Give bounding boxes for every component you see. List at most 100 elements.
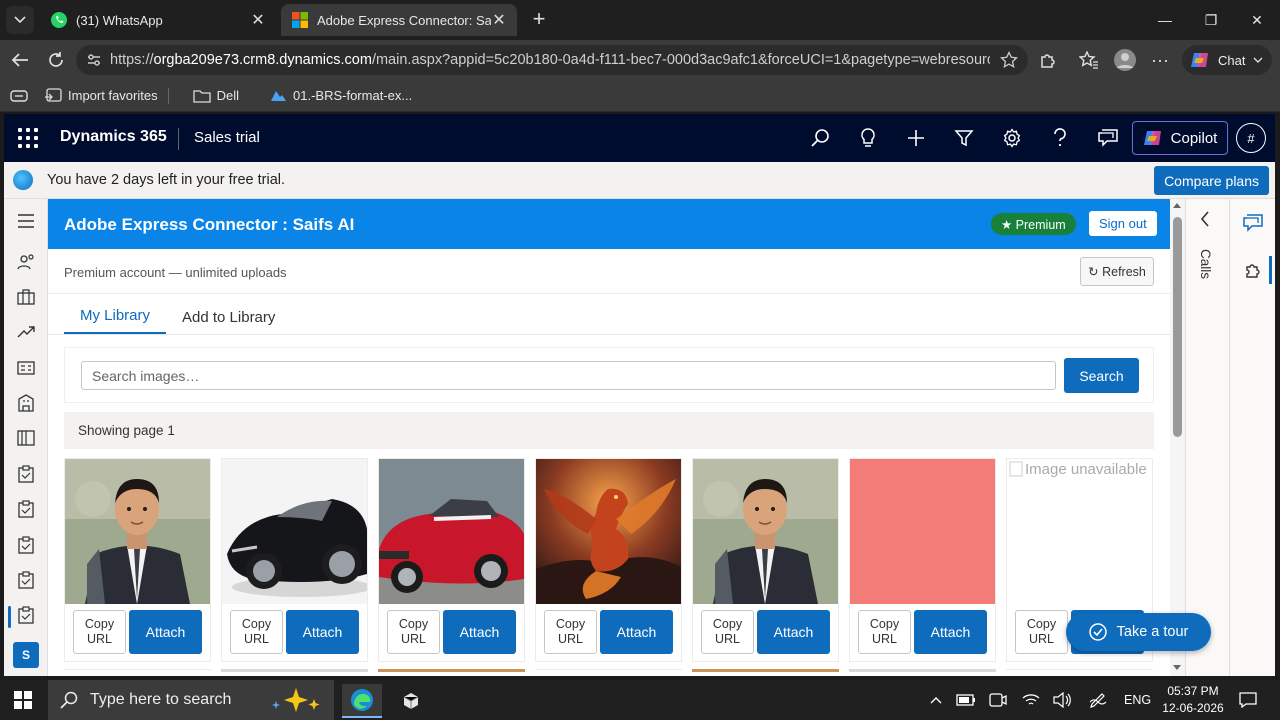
image-thumbnail[interactable] bbox=[222, 459, 367, 604]
image-thumbnail[interactable] bbox=[850, 459, 995, 604]
system-clock[interactable]: 05:37 PM 12-06-2026 bbox=[1160, 683, 1226, 717]
reading-list-icon[interactable] bbox=[0, 83, 34, 109]
search-button[interactable]: Search bbox=[1064, 358, 1139, 393]
copilot-chat-button[interactable]: Chat bbox=[1182, 45, 1272, 75]
restore-icon[interactable]: ❐ bbox=[1188, 0, 1234, 40]
favorite-brs-format[interactable]: 01.-BRS-format-ex... bbox=[259, 83, 422, 109]
copy-url-button[interactable]: Copy URL bbox=[230, 610, 283, 654]
image-card: Copy URL Attach bbox=[692, 458, 839, 662]
scrollbar-thumb[interactable] bbox=[1173, 217, 1182, 437]
attach-button[interactable]: Attach bbox=[914, 610, 987, 654]
sparkles-icon bbox=[272, 688, 320, 712]
compare-plans-button[interactable]: Compare plans bbox=[1154, 166, 1269, 195]
volume-icon[interactable] bbox=[1050, 688, 1074, 712]
notifications-icon[interactable] bbox=[1236, 688, 1260, 712]
product-name[interactable]: Dynamics 365 bbox=[60, 128, 167, 146]
star-icon[interactable] bbox=[1000, 51, 1018, 69]
scroll-down-icon[interactable] bbox=[1173, 665, 1181, 670]
copy-url-button[interactable]: Copy URL bbox=[858, 610, 911, 654]
help-icon[interactable] bbox=[1048, 126, 1072, 150]
copy-url-button[interactable]: Copy URL bbox=[387, 610, 440, 654]
clipboard-icon[interactable] bbox=[16, 605, 36, 625]
pen-icon[interactable] bbox=[1086, 688, 1110, 712]
puzzle-icon[interactable] bbox=[1243, 260, 1263, 280]
gear-icon[interactable] bbox=[1000, 126, 1024, 150]
back-icon[interactable] bbox=[8, 48, 32, 72]
chevron-left-icon[interactable] bbox=[1200, 211, 1210, 232]
more-menu-icon[interactable]: ··· bbox=[1148, 48, 1172, 72]
tab-adobe-express[interactable]: Adobe Express Connector: Saifs AI ✕ bbox=[281, 4, 517, 36]
broken-image-icon bbox=[1009, 461, 1023, 477]
tab-add-to-library[interactable]: Add to Library bbox=[166, 299, 291, 335]
meet-now-icon[interactable] bbox=[986, 688, 1010, 712]
hamburger-icon[interactable] bbox=[16, 211, 36, 231]
sign-out-button[interactable]: Sign out bbox=[1089, 211, 1157, 236]
trending-icon[interactable] bbox=[16, 322, 36, 342]
search-icon[interactable] bbox=[808, 126, 832, 150]
clipboard-icon[interactable] bbox=[16, 499, 36, 519]
book-icon[interactable] bbox=[16, 428, 36, 448]
take-a-tour-button[interactable]: Take a tour bbox=[1066, 613, 1211, 651]
conversation-icon[interactable] bbox=[1243, 213, 1263, 233]
attach-button[interactable]: Attach bbox=[286, 610, 359, 654]
filter-icon[interactable] bbox=[952, 126, 976, 150]
taskbar-search[interactable]: Type here to search bbox=[48, 680, 334, 720]
attach-button[interactable]: Attach bbox=[757, 610, 830, 654]
copy-url-button[interactable]: Copy URL bbox=[701, 610, 754, 654]
close-window-icon[interactable]: ✕ bbox=[1234, 0, 1280, 40]
site-info-icon[interactable] bbox=[86, 52, 102, 68]
add-icon[interactable] bbox=[904, 126, 928, 150]
new-tab-button[interactable]: + bbox=[528, 8, 550, 32]
copilot-button[interactable]: Copilot bbox=[1132, 121, 1228, 155]
attach-button[interactable]: Attach bbox=[600, 610, 673, 654]
app-name[interactable]: Sales trial bbox=[194, 129, 260, 146]
tab-my-library[interactable]: My Library bbox=[64, 299, 167, 335]
profile-avatar[interactable] bbox=[1113, 48, 1137, 72]
app-taskbar-icon[interactable] bbox=[391, 684, 431, 718]
language-indicator[interactable]: ENG bbox=[1124, 693, 1151, 707]
contact-card-icon[interactable] bbox=[16, 358, 36, 378]
lightbulb-icon[interactable] bbox=[856, 126, 880, 150]
image-thumbnail[interactable] bbox=[536, 459, 681, 604]
refresh-button[interactable]: ↻ Refresh bbox=[1080, 257, 1154, 286]
briefcase-icon[interactable] bbox=[16, 287, 36, 307]
clipboard-icon[interactable] bbox=[16, 570, 36, 590]
chevron-up-icon[interactable] bbox=[924, 688, 948, 712]
calls-label[interactable]: Calls bbox=[1198, 249, 1213, 279]
copy-url-button[interactable]: Copy URL bbox=[544, 610, 597, 654]
area-switcher[interactable]: S bbox=[13, 642, 39, 668]
app-launcher-icon[interactable] bbox=[18, 128, 38, 148]
favorite-import[interactable]: Import favorites bbox=[34, 83, 168, 109]
image-thumbnail[interactable]: Image unavailable bbox=[1007, 459, 1152, 604]
scroll-up-icon[interactable] bbox=[1173, 203, 1181, 208]
copy-url-button[interactable]: Copy URL bbox=[73, 610, 126, 654]
image-thumbnail[interactable] bbox=[693, 459, 838, 604]
wifi-icon[interactable] bbox=[1019, 688, 1043, 712]
building-icon[interactable] bbox=[16, 393, 36, 413]
tab-actions-menu[interactable] bbox=[6, 6, 34, 34]
image-thumbnail[interactable] bbox=[65, 459, 210, 604]
attach-button[interactable]: Attach bbox=[443, 610, 516, 654]
edge-taskbar-icon[interactable] bbox=[342, 684, 382, 718]
attach-button[interactable]: Attach bbox=[129, 610, 202, 654]
image-thumbnail[interactable] bbox=[379, 459, 524, 604]
user-avatar[interactable]: # bbox=[1236, 123, 1266, 153]
clipboard-icon[interactable] bbox=[16, 464, 36, 484]
chat-icon[interactable] bbox=[1096, 126, 1120, 150]
contacts-icon[interactable] bbox=[16, 252, 36, 272]
windows-start-icon[interactable] bbox=[14, 691, 32, 709]
close-tab-icon[interactable]: ✕ bbox=[250, 10, 266, 30]
panel-scrollbar[interactable] bbox=[1170, 199, 1185, 676]
address-bar[interactable]: https://orgba209e73.crm8.dynamics.com/ma… bbox=[76, 45, 1028, 75]
minimize-icon[interactable]: — bbox=[1142, 0, 1188, 40]
favorites-icon[interactable] bbox=[1077, 48, 1101, 72]
tab-whatsapp[interactable]: (31) WhatsApp ✕ bbox=[40, 4, 276, 36]
battery-icon[interactable] bbox=[954, 688, 978, 712]
favorite-dell[interactable]: Dell bbox=[183, 83, 249, 109]
reload-icon[interactable] bbox=[44, 48, 68, 72]
copy-url-button[interactable]: Copy URL bbox=[1015, 610, 1068, 654]
clipboard-icon[interactable] bbox=[16, 535, 36, 555]
extension-icon[interactable] bbox=[1036, 48, 1060, 72]
close-tab-icon[interactable]: ✕ bbox=[491, 10, 507, 30]
search-input[interactable]: Search images… bbox=[81, 361, 1056, 390]
